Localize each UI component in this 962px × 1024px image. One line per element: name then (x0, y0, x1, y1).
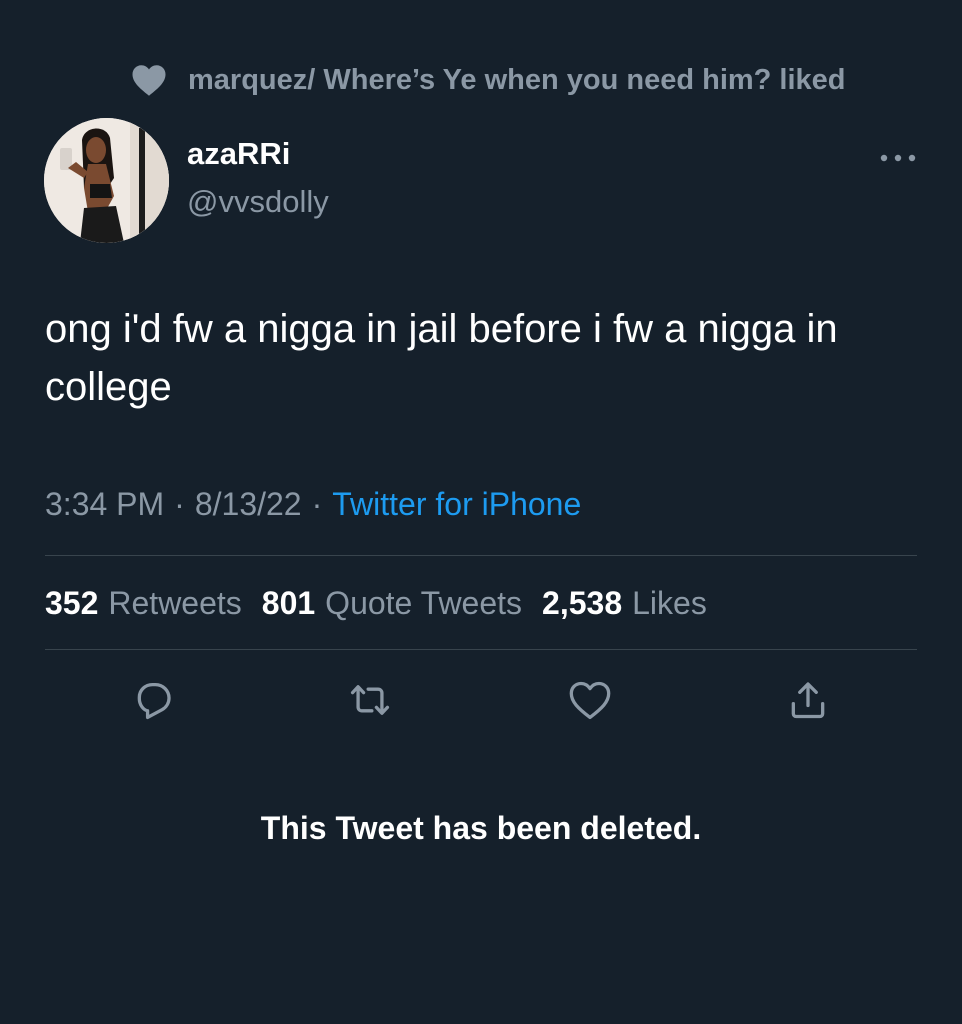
likes-label: Likes (632, 584, 707, 621)
tweet-meta: 3:34 PM · 8/13/22 · Twitter for iPhone (45, 482, 581, 526)
meta-separator: · (311, 485, 323, 522)
share-icon[interactable] (784, 676, 832, 724)
avatar-photo (44, 118, 169, 243)
retweets-count: 352 (45, 584, 99, 621)
avatar[interactable] (44, 118, 169, 243)
tweet-time: 3:34 PM (45, 485, 165, 522)
quote-tweets-count: 801 (261, 584, 316, 621)
tweet-date: 8/13/22 (194, 485, 302, 522)
quote-tweets-label: Quote Tweets (325, 584, 523, 621)
retweets-label: Retweets (108, 584, 242, 621)
like-icon[interactable] (566, 676, 614, 724)
reply-icon[interactable] (130, 676, 178, 724)
user-handle[interactable]: @vvsdolly (187, 184, 329, 220)
deleted-notice: This Tweet has been deleted. (260, 810, 702, 846)
tweet-source-link[interactable]: Twitter for iPhone (332, 486, 581, 523)
tweet-stats: 352 Retweets 801 Quote Tweets 2,538 Like… (45, 580, 727, 626)
social-context-text: marquez/ Where’s Ye when you need him? l… (188, 63, 846, 96)
divider (45, 555, 917, 556)
heart-filled-icon (130, 61, 168, 99)
retweets-stat[interactable]: 352 Retweets (45, 585, 242, 622)
likes-count: 2,538 (542, 584, 623, 621)
social-context[interactable]: marquez/ Where’s Ye when you need him? l… (130, 58, 846, 102)
tweet-text: ong i'd fw a nigga in jail before i fw a… (45, 307, 838, 409)
retweet-icon[interactable] (346, 676, 394, 724)
likes-stat[interactable]: 2,538 Likes (542, 585, 707, 622)
more-options-icon[interactable] (874, 140, 922, 176)
meta-separator: · (174, 485, 185, 522)
quote-tweets-stat[interactable]: 801 Quote Tweets (262, 585, 522, 622)
display-name[interactable]: azaRRi (187, 136, 290, 172)
divider (45, 649, 917, 650)
